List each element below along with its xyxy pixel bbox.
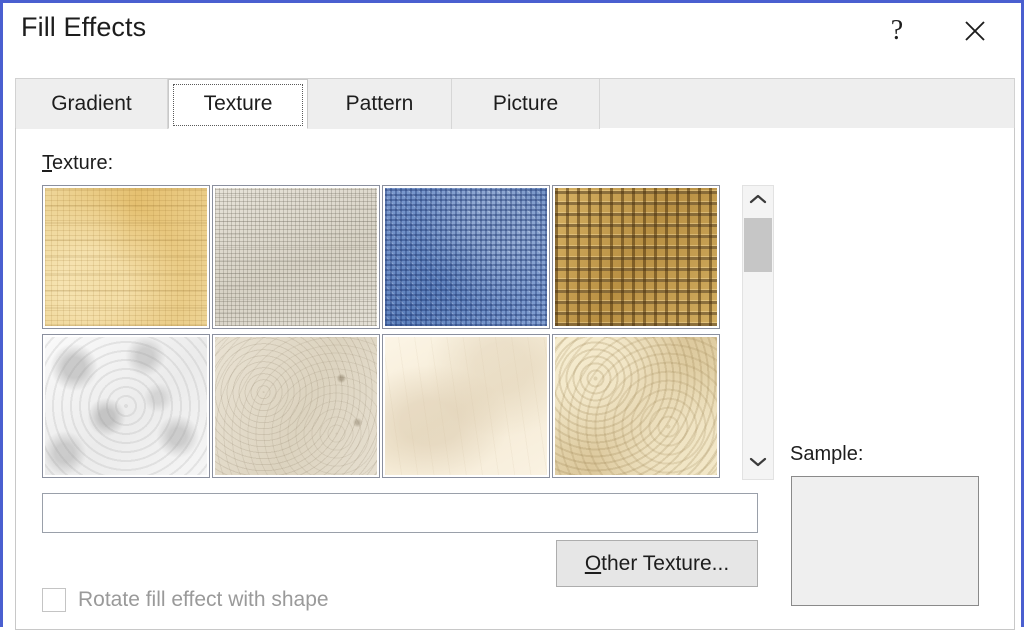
scroll-up-button[interactable] bbox=[743, 186, 773, 216]
texture-thumbnail bbox=[385, 188, 547, 326]
chevron-down-icon bbox=[749, 455, 767, 473]
texture-swatch-grid bbox=[42, 185, 734, 480]
tab-strip: Gradient Texture Pattern Picture bbox=[15, 78, 1015, 129]
tab-gradient-label: Gradient bbox=[51, 92, 132, 115]
help-button[interactable]: ? bbox=[871, 9, 923, 53]
checkbox-box[interactable] bbox=[42, 588, 66, 612]
texture-label-accelerator: T bbox=[42, 152, 52, 174]
tab-picture[interactable]: Picture bbox=[452, 79, 600, 129]
texture-swatch-paper-bag[interactable] bbox=[212, 334, 380, 478]
title-bar: Fill Effects ? bbox=[3, 3, 1021, 60]
texture-thumbnail bbox=[45, 188, 207, 326]
sample-label: Sample: bbox=[790, 443, 864, 465]
texture-swatch-fish-fossil[interactable] bbox=[382, 334, 550, 478]
texture-thumbnail bbox=[45, 337, 207, 475]
other-texture-label: ther Texture... bbox=[601, 551, 730, 575]
texture-thumbnail bbox=[555, 188, 717, 326]
texture-thumbnail bbox=[215, 188, 377, 326]
chevron-up-icon bbox=[749, 192, 767, 210]
dialog-title: Fill Effects bbox=[21, 12, 147, 42]
tab-texture[interactable]: Texture bbox=[168, 79, 308, 129]
question-mark-icon: ? bbox=[890, 15, 904, 46]
texture-thumbnail bbox=[385, 337, 547, 475]
sample-preview bbox=[791, 476, 979, 606]
texture-list-label: Texture: bbox=[42, 152, 113, 175]
tab-pattern[interactable]: Pattern bbox=[308, 79, 452, 129]
texture-name-input[interactable] bbox=[42, 493, 758, 533]
close-icon bbox=[962, 18, 988, 44]
texture-list-scrollbar[interactable] bbox=[742, 185, 774, 480]
scroll-down-button[interactable] bbox=[743, 449, 773, 479]
rotate-fill-effect-label: Rotate fill effect with shape bbox=[78, 588, 329, 611]
scrollbar-thumb[interactable] bbox=[744, 218, 772, 272]
close-button[interactable] bbox=[949, 9, 1001, 53]
fill-effects-dialog: Fill Effects ? Gradient Texture Pattern … bbox=[0, 0, 1024, 630]
texture-swatch-water-droplets[interactable] bbox=[42, 334, 210, 478]
tab-gradient[interactable]: Gradient bbox=[16, 79, 168, 129]
other-texture-button[interactable]: Other Texture... bbox=[556, 540, 758, 587]
texture-label-rest: exture: bbox=[52, 152, 114, 174]
tab-picture-label: Picture bbox=[492, 92, 559, 115]
texture-thumbnail bbox=[555, 337, 717, 475]
texture-swatch-woven-mat[interactable] bbox=[552, 185, 720, 329]
texture-swatch-papyrus[interactable] bbox=[42, 185, 210, 329]
texture-tab-page: Texture: O ther Texture... Sample: Rotat… bbox=[15, 128, 1015, 630]
texture-swatch-denim[interactable] bbox=[382, 185, 550, 329]
texture-swatch-sand[interactable] bbox=[552, 334, 720, 478]
other-texture-accelerator: O bbox=[584, 551, 602, 575]
tab-pattern-label: Pattern bbox=[345, 92, 414, 115]
texture-thumbnail bbox=[215, 337, 377, 475]
texture-swatch-canvas[interactable] bbox=[212, 185, 380, 329]
rotate-fill-effect-checkbox[interactable]: Rotate fill effect with shape bbox=[42, 588, 329, 612]
tab-texture-label: Texture bbox=[203, 92, 273, 115]
